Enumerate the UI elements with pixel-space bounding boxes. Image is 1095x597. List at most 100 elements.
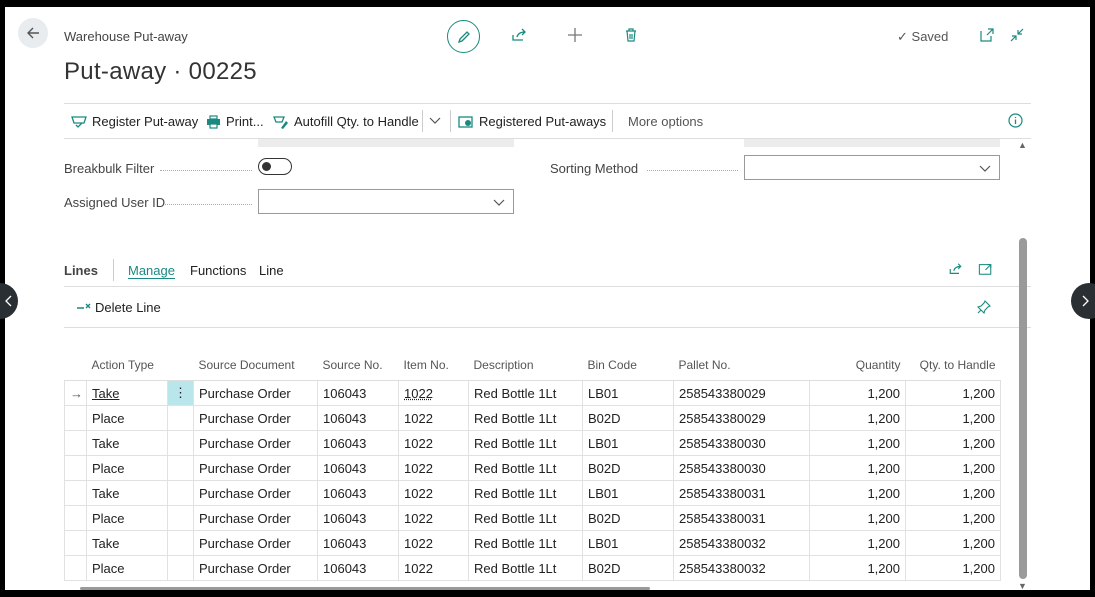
source-document-cell[interactable]: Purchase Order (193, 555, 318, 581)
source-no-cell[interactable]: 106043 (317, 530, 399, 556)
tab-line[interactable]: Line (259, 263, 284, 278)
table-row[interactable]: Place Purchase Order 106043 1022 Red Bottle … (64, 455, 1001, 481)
lines-share-button[interactable] (948, 262, 963, 281)
row-actions-button[interactable] (167, 430, 194, 456)
source-document-cell[interactable]: Purchase Order (193, 405, 318, 431)
column-header[interactable]: Bin Code (582, 350, 674, 381)
item-no-cell[interactable]: 1022 (398, 555, 469, 581)
quantity-cell[interactable]: 1,200 (809, 505, 906, 531)
pin-button[interactable] (976, 300, 991, 319)
pallet-no-cell[interactable]: 258543380029 (673, 405, 810, 431)
table-row[interactable]: Take Purchase Order 106043 1022 Red Bottle 1… (64, 530, 1001, 556)
bin-code-cell[interactable]: B02D (582, 505, 674, 531)
table-row[interactable]: Take Purchase Order 106043 1022 Red Bottle 1… (64, 430, 1001, 456)
new-button[interactable] (566, 26, 584, 44)
qty-to-handle-cell[interactable]: 1,200 (905, 505, 1001, 531)
quantity-cell[interactable]: 1,200 (809, 380, 906, 406)
assigned-user-id-select[interactable] (258, 189, 514, 214)
pallet-no-cell[interactable]: 258543380031 (673, 505, 810, 531)
delete-button[interactable] (622, 26, 640, 44)
bin-code-cell[interactable]: LB01 (582, 430, 674, 456)
description-cell[interactable]: Red Bottle 1Lt (468, 380, 583, 406)
row-actions-button[interactable] (167, 405, 194, 431)
tab-manage[interactable]: Manage (128, 263, 175, 279)
tab-functions[interactable]: Functions (190, 263, 246, 278)
item-no-cell[interactable]: 1022 (398, 455, 469, 481)
row-actions-button[interactable] (167, 455, 194, 481)
column-header[interactable]: Quantity (809, 350, 906, 381)
source-no-cell[interactable]: 106043 (317, 480, 399, 506)
description-cell[interactable]: Red Bottle 1Lt (468, 555, 583, 581)
source-document-cell[interactable]: Purchase Order (193, 380, 318, 406)
breakbulk-filter-toggle[interactable] (258, 158, 292, 175)
action-type-cell[interactable]: Place (86, 455, 168, 481)
item-no-cell[interactable]: 1022 (398, 405, 469, 431)
print-button[interactable]: Print... (206, 114, 264, 129)
pallet-no-cell[interactable]: 258543380030 (673, 430, 810, 456)
lines-expand-button[interactable] (978, 262, 993, 281)
bin-code-cell[interactable]: LB01 (582, 380, 674, 406)
pallet-no-cell[interactable]: 258543380030 (673, 455, 810, 481)
toolbar-expand-button[interactable] (429, 114, 441, 126)
more-options-button[interactable]: More options (628, 114, 703, 129)
source-document-cell[interactable]: Purchase Order (193, 455, 318, 481)
source-document-cell[interactable]: Purchase Order (193, 430, 318, 456)
item-no-cell[interactable]: 1022 (398, 380, 469, 406)
bin-code-cell[interactable]: LB01 (582, 530, 674, 556)
bin-code-cell[interactable]: LB01 (582, 480, 674, 506)
table-row[interactable]: → Take ⋮ Purchase Order 106043 1022 Red Bottle… (64, 380, 1001, 406)
register-putaway-button[interactable]: Register Put-away (71, 114, 198, 129)
row-actions-button[interactable] (167, 530, 194, 556)
source-no-cell[interactable]: 106043 (317, 430, 399, 456)
description-cell[interactable]: Red Bottle 1Lt (468, 405, 583, 431)
item-no-cell[interactable]: 1022 (398, 505, 469, 531)
row-actions-button[interactable] (167, 480, 194, 506)
quantity-cell[interactable]: 1,200 (809, 430, 906, 456)
source-no-cell[interactable]: 106043 (317, 555, 399, 581)
item-no-cell[interactable]: 1022 (398, 530, 469, 556)
action-type-cell[interactable]: Take (86, 530, 168, 556)
pallet-no-cell[interactable]: 258543380032 (673, 555, 810, 581)
quantity-cell[interactable]: 1,200 (809, 405, 906, 431)
registered-putaways-button[interactable]: Registered Put-aways (458, 114, 606, 129)
source-no-cell[interactable]: 106043 (317, 505, 399, 531)
delete-line-button[interactable]: Delete Line (76, 300, 161, 315)
pallet-no-cell[interactable]: 258543380031 (673, 480, 810, 506)
quantity-cell[interactable]: 1,200 (809, 555, 906, 581)
description-cell[interactable]: Red Bottle 1Lt (468, 530, 583, 556)
action-type-cell[interactable]: Place (86, 505, 168, 531)
description-cell[interactable]: Red Bottle 1Lt (468, 480, 583, 506)
vertical-scrollbar-thumb[interactable] (1019, 238, 1027, 579)
sorting-method-select[interactable] (744, 155, 1000, 180)
quantity-cell[interactable]: 1,200 (809, 530, 906, 556)
table-row[interactable]: Place Purchase Order 106043 1022 Red Bottle … (64, 505, 1001, 531)
scroll-up-arrow[interactable]: ▲ (1018, 140, 1027, 150)
source-document-cell[interactable]: Purchase Order (193, 530, 318, 556)
table-row[interactable]: Take Purchase Order 106043 1022 Red Bottle 1… (64, 480, 1001, 506)
scroll-down-arrow[interactable]: ▼ (1018, 581, 1027, 590)
pallet-no-cell[interactable]: 258543380029 (673, 380, 810, 406)
back-button[interactable] (18, 18, 48, 48)
table-row[interactable]: Place Purchase Order 106043 1022 Red Bottle … (64, 555, 1001, 581)
item-no-cell[interactable]: 1022 (398, 430, 469, 456)
row-actions-button[interactable]: ⋮ (167, 380, 194, 406)
qty-to-handle-cell[interactable]: 1,200 (905, 455, 1001, 481)
action-type-cell[interactable]: Take (86, 380, 168, 406)
row-actions-button[interactable] (167, 505, 194, 531)
description-cell[interactable]: Red Bottle 1Lt (468, 455, 583, 481)
column-header[interactable]: Source No. (317, 350, 399, 381)
column-header[interactable]: Qty. to Handle (905, 350, 1001, 381)
description-cell[interactable]: Red Bottle 1Lt (468, 505, 583, 531)
source-document-cell[interactable]: Purchase Order (193, 505, 318, 531)
quantity-cell[interactable]: 1,200 (809, 480, 906, 506)
bin-code-cell[interactable]: B02D (582, 555, 674, 581)
column-header[interactable]: Pallet No. (673, 350, 810, 381)
qty-to-handle-cell[interactable]: 1,200 (905, 380, 1001, 406)
column-header[interactable]: Action Type (86, 350, 168, 381)
qty-to-handle-cell[interactable]: 1,200 (905, 430, 1001, 456)
pallet-no-cell[interactable]: 258543380032 (673, 530, 810, 556)
source-no-cell[interactable]: 106043 (317, 455, 399, 481)
table-row[interactable]: Place Purchase Order 106043 1022 Red Bottle … (64, 405, 1001, 431)
column-header[interactable]: Source Document (193, 350, 318, 381)
qty-to-handle-cell[interactable]: 1,200 (905, 530, 1001, 556)
